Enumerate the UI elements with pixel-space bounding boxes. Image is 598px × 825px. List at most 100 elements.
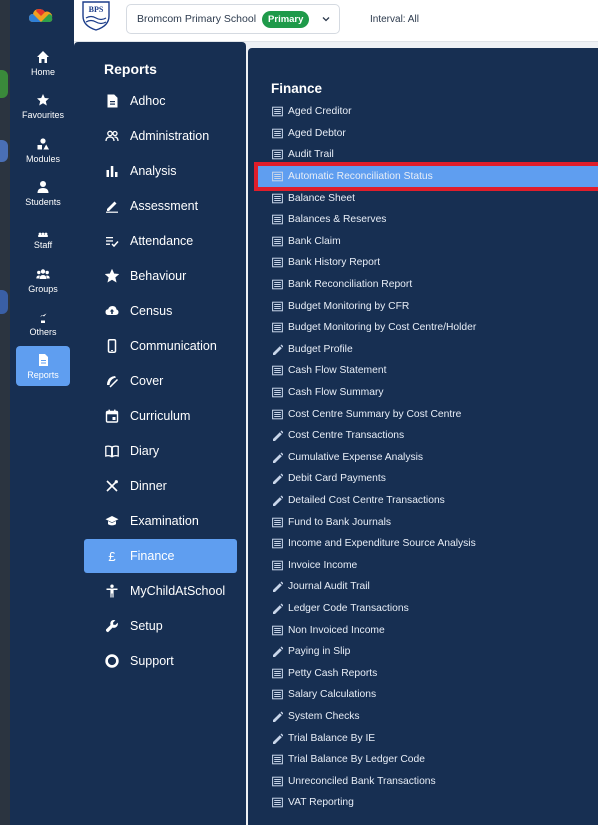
finance-report-item[interactable]: Petty Cash Reports <box>258 662 598 684</box>
finance-report-item[interactable]: Ledger Code Transactions <box>258 598 598 620</box>
list-icon <box>272 668 283 679</box>
finance-report-item[interactable]: Budget Monitoring by Cost Centre/Holder <box>258 317 598 339</box>
interval-label[interactable]: Interval: All <box>370 14 419 25</box>
home-icon <box>37 50 49 63</box>
nav-modules[interactable]: Modules <box>16 130 70 170</box>
nav-staff[interactable]: Staff <box>16 216 70 256</box>
finance-report-item[interactable]: Fund to Bank Journals <box>258 511 598 533</box>
reports-menu-item-analysis[interactable]: Analysis <box>84 154 237 188</box>
reports-menu-item-support[interactable]: Support <box>84 644 237 678</box>
list-icon <box>272 409 283 420</box>
reports-menu-item-communication[interactable]: Communication <box>84 329 237 363</box>
reports-menu-item-census[interactable]: Census <box>84 294 237 328</box>
bar-chart-icon <box>104 163 120 179</box>
reports-menu-item-cover[interactable]: Cover <box>84 364 237 398</box>
finance-report-item[interactable]: Cash Flow Summary <box>258 382 598 404</box>
reports-menu-item-behaviour[interactable]: Behaviour <box>84 259 237 293</box>
reports-menu-item-setup[interactable]: Setup <box>84 609 237 643</box>
finance-report-item[interactable]: Budget Profile <box>258 339 598 361</box>
nav-home[interactable]: Home <box>16 43 70 83</box>
list-icon <box>272 257 283 268</box>
finance-report-item[interactable]: Non Invoiced Income <box>258 619 598 641</box>
reports-menu-item-label: Behaviour <box>130 269 187 283</box>
nav-students[interactable]: Students <box>16 173 70 213</box>
finance-report-item[interactable]: Bank Claim <box>258 231 598 253</box>
modules-icon <box>37 137 49 149</box>
finance-report-item[interactable]: Audit Trail <box>258 144 598 166</box>
finance-report-item[interactable]: VAT Reporting <box>258 792 598 814</box>
finance-report-item[interactable]: Cost Centre Transactions <box>258 425 598 447</box>
nav-label: Modules <box>25 153 61 164</box>
pencil-icon <box>272 473 283 485</box>
reports-menu-item-administration[interactable]: Administration <box>84 119 237 153</box>
finance-report-item[interactable]: Income and Expenditure Source Analysis <box>258 533 598 555</box>
finance-report-item[interactable]: Automatic Reconciliation Status <box>254 161 598 192</box>
reports-menu-item-diary[interactable]: Diary <box>84 434 237 468</box>
reports-menu-item-mychildatschool[interactable]: MyChildAtSchool <box>84 574 237 608</box>
list-icon <box>272 776 283 787</box>
finance-report-item[interactable]: Bank Reconciliation Report <box>258 274 598 296</box>
reports-menu-title: Reports <box>104 61 157 77</box>
svg-text:BPS: BPS <box>89 5 104 14</box>
star-icon <box>37 93 49 105</box>
finance-report-label: Bank Reconciliation Report <box>288 279 413 291</box>
list-icon <box>272 279 283 290</box>
list-icon <box>272 301 283 312</box>
reports-menu-item-attendance[interactable]: Attendance <box>84 224 237 258</box>
finance-report-label: Cash Flow Statement <box>288 365 387 377</box>
desktop-icon-fragment <box>0 140 8 162</box>
pencil-icon <box>272 495 283 506</box>
finance-report-item[interactable]: Aged Creditor <box>258 101 598 123</box>
reports-menu-item-finance[interactable]: £ Finance <box>84 539 237 573</box>
finance-report-item[interactable]: Cash Flow Statement <box>258 360 598 382</box>
reports-menu-item-assessment[interactable]: Assessment <box>84 189 237 223</box>
nav-groups[interactable]: Groups <box>16 260 70 300</box>
cloud-upload-icon <box>104 303 120 319</box>
finance-report-label: Salary Calculations <box>288 689 377 701</box>
nav-label: Others <box>29 326 57 337</box>
list-icon <box>272 214 283 225</box>
finance-report-label: Journal Audit Trail <box>288 581 370 593</box>
finance-report-item[interactable]: Debit Card Payments <box>258 468 598 490</box>
finance-report-item[interactable]: Trial Balance By IE <box>258 727 598 749</box>
finance-report-item[interactable]: Trial Balance By Ledger Code <box>258 749 598 771</box>
finance-report-label: Cash Flow Summary <box>288 387 384 399</box>
finance-report-item[interactable]: Budget Monitoring by CFR <box>258 295 598 317</box>
finance-report-item[interactable]: Bank History Report <box>258 252 598 274</box>
finance-report-item[interactable]: Detailed Cost Centre Transactions <box>258 490 598 512</box>
reports-menu-item-label: Attendance <box>130 234 194 248</box>
finance-report-item[interactable]: Invoice Income <box>258 554 598 576</box>
finance-report-item[interactable]: Balances & Reserves <box>258 209 598 231</box>
list-icon <box>272 171 283 182</box>
student-icon <box>37 180 49 193</box>
nav-others[interactable]: Others <box>16 303 70 343</box>
svg-text:£: £ <box>108 549 116 563</box>
school-selector[interactable]: Bromcom Primary School Primary <box>126 4 340 34</box>
reports-menu-item-examination[interactable]: Examination <box>84 504 237 538</box>
checklist-icon <box>104 233 120 249</box>
nav-favourites[interactable]: Favourites <box>16 86 70 126</box>
finance-report-item[interactable]: Paying in Slip <box>258 641 598 663</box>
finance-report-label: Automatic Reconciliation Status <box>288 171 433 183</box>
finance-report-label: VAT Reporting <box>288 797 354 809</box>
finance-report-label: Non Invoiced Income <box>288 624 385 636</box>
reports-menu-item-label: Assessment <box>130 199 199 213</box>
reports-menu-item-adhoc[interactable]: Adhoc <box>84 84 237 118</box>
finance-report-item[interactable]: Balance Sheet <box>258 187 598 209</box>
reports-menu-item-curriculum[interactable]: Curriculum <box>84 399 237 433</box>
finance-report-item[interactable]: Cumulative Expense Analysis <box>258 447 598 469</box>
chevron-down-icon <box>322 17 330 22</box>
pencil-icon <box>272 733 283 744</box>
finance-report-item[interactable]: Salary Calculations <box>258 684 598 706</box>
finance-report-item[interactable]: Unreconciled Bank Transactions <box>258 770 598 792</box>
nav-reports[interactable]: Reports <box>16 346 70 386</box>
mobile-icon <box>104 338 120 354</box>
finance-report-item[interactable]: System Checks <box>258 706 598 728</box>
finance-report-item[interactable]: Journal Audit Trail <box>258 576 598 598</box>
finance-report-item[interactable]: Cost Centre Summary by Cost Centre <box>258 403 598 425</box>
list-icon <box>272 236 283 247</box>
child-icon <box>104 583 120 599</box>
finance-report-item[interactable]: Aged Debtor <box>258 123 598 145</box>
bromcom-logo-icon[interactable] <box>28 6 54 26</box>
reports-menu-item-dinner[interactable]: Dinner <box>84 469 237 503</box>
